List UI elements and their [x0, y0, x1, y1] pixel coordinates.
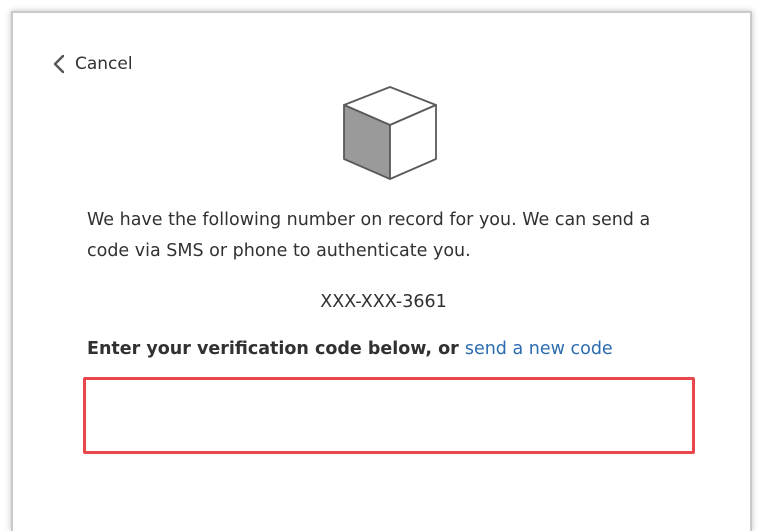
- cancel-label: Cancel: [75, 54, 133, 74]
- verification-prompt: Enter your verification code below, or s…: [87, 339, 613, 359]
- verification-code-input[interactable]: [83, 377, 695, 454]
- chevron-left-icon: [53, 54, 65, 74]
- send-new-code-link[interactable]: send a new code: [465, 339, 613, 359]
- verification-prompt-label: Enter your verification code below, or: [87, 339, 465, 359]
- verification-dialog: Cancel We have the following number on r…: [11, 11, 752, 531]
- phone-number: XXX-XXX-3661: [320, 292, 447, 312]
- description-text: We have the following number on record f…: [87, 210, 651, 261]
- cube-icon: [343, 86, 437, 180]
- cancel-button[interactable]: Cancel: [53, 53, 133, 75]
